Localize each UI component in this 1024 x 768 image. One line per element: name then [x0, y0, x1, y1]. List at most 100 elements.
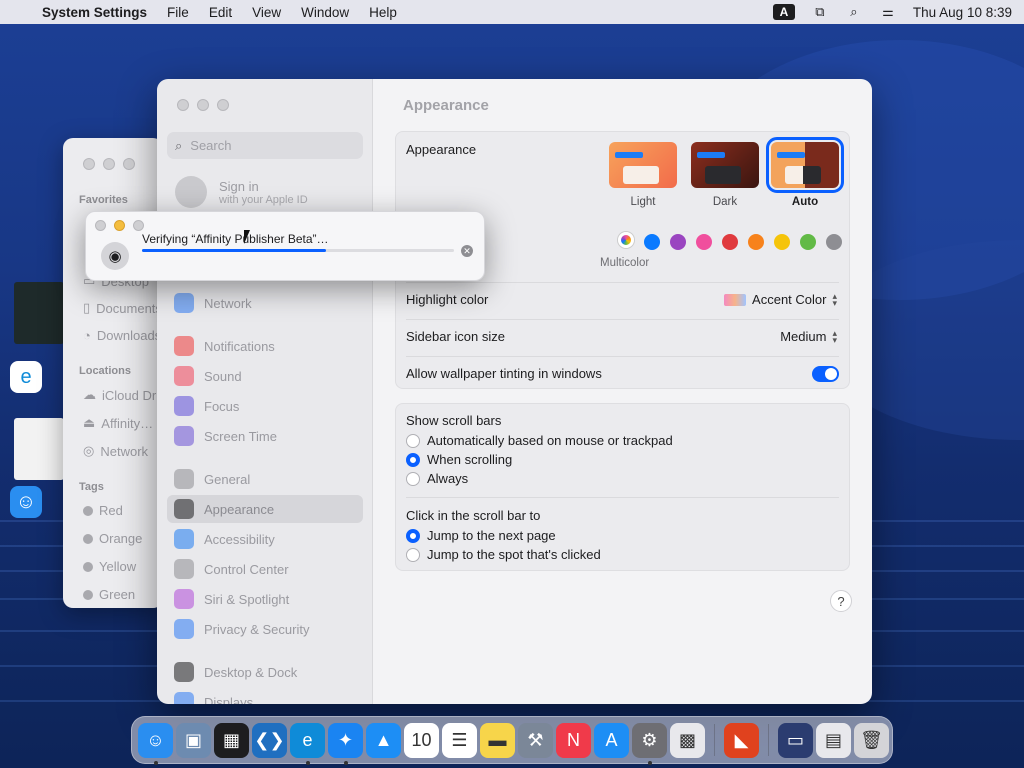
- system-settings-window: ⌕ Search Sign in with your Apple ID Netw…: [157, 79, 872, 704]
- sidebar-item-label: Notifications: [204, 338, 275, 354]
- radio-jump-next-page[interactable]: Jump to the next page: [406, 528, 556, 543]
- dock-calendar-icon[interactable]: 10: [404, 722, 439, 758]
- close-button[interactable]: [83, 158, 95, 170]
- dock-xcode-tools-icon[interactable]: ⚒: [518, 722, 553, 758]
- minimize-button[interactable]: [114, 220, 125, 231]
- sidebar-item-desktop-dock[interactable]: Desktop & Dock: [167, 658, 363, 686]
- accent-swatch[interactable]: [670, 234, 686, 250]
- sidebar-icon-size-popup[interactable]: Medium ▴ ▾: [780, 328, 837, 344]
- sidebar-item-sound[interactable]: Sound: [167, 362, 363, 390]
- dock-system-settings-icon[interactable]: ⚙: [632, 722, 667, 765]
- highlight-color-popup[interactable]: Accent Color ▴ ▾: [724, 291, 837, 307]
- dock-mission-control-icon[interactable]: ▦: [214, 722, 249, 758]
- dock-affinity-publisher-icon[interactable]: ◣: [724, 722, 759, 758]
- finder-item-documents[interactable]: ▯ Documents: [83, 300, 162, 316]
- radio-scroll-always[interactable]: Always: [406, 471, 468, 486]
- radio-icon: [406, 471, 420, 486]
- menu-window[interactable]: Window: [301, 5, 349, 20]
- minimize-button[interactable]: [197, 99, 209, 111]
- close-button[interactable]: [177, 99, 189, 111]
- control-center-icon[interactable]: ⚌: [879, 4, 897, 20]
- finder-item-affinity[interactable]: ⏏ Affinity…: [83, 415, 153, 431]
- dock-downloads-stack-icon[interactable]: ▤: [816, 722, 851, 758]
- sidebar-item-focus[interactable]: Focus: [167, 392, 363, 420]
- menu-file[interactable]: File: [167, 5, 189, 20]
- radio-jump-to-spot[interactable]: Jump to the spot that's clicked: [406, 547, 601, 562]
- screen-mirroring-icon[interactable]: ⧉: [811, 4, 829, 20]
- sidebar-item-siri-spotlight[interactable]: Siri & Spotlight: [167, 585, 363, 613]
- dock-finder-icon[interactable]: ☺: [138, 722, 173, 765]
- accent-swatch[interactable]: [748, 234, 764, 250]
- dock-vscode-icon[interactable]: ❮❯: [252, 722, 287, 758]
- dock-safari-icon[interactable]: ✦: [328, 722, 363, 765]
- dock-app-store-icon[interactable]: A: [594, 722, 629, 758]
- sidebar-item-appearance[interactable]: Appearance: [167, 495, 363, 523]
- tag-green[interactable]: Green: [83, 587, 135, 602]
- finder-item-downloads[interactable]: ◔ Downloads: [83, 328, 161, 343]
- sidebar-item-notifications[interactable]: Notifications: [167, 332, 363, 360]
- tag-orange[interactable]: Orange: [83, 531, 142, 546]
- background-window-thumbnail-2[interactable]: [14, 418, 64, 480]
- dock-preview-icon[interactable]: ▣: [176, 722, 211, 758]
- menu-edit[interactable]: Edit: [209, 5, 232, 20]
- cancel-verify-icon[interactable]: ✕: [461, 245, 473, 257]
- sidebar-item-general[interactable]: General: [167, 465, 363, 493]
- dock-keynote-icon[interactable]: ▲: [366, 722, 401, 758]
- accent-swatch[interactable]: [722, 234, 738, 250]
- siri-spotlight-icon: [174, 589, 194, 609]
- apple-id-signin[interactable]: Sign in with your Apple ID: [175, 176, 308, 208]
- radio-icon: [406, 547, 420, 562]
- minimize-button[interactable]: [103, 158, 115, 170]
- dock-edge-icon[interactable]: e: [290, 722, 325, 765]
- tag-red[interactable]: Red: [83, 503, 123, 518]
- radio-scroll-automatic[interactable]: Automatically based on mouse or trackpad: [406, 433, 673, 448]
- sidebar-item-label: Network: [204, 295, 252, 311]
- accent-swatch[interactable]: [696, 234, 712, 250]
- background-window-thumbnail[interactable]: [14, 282, 64, 344]
- sidebar-item-screen-time[interactable]: Screen Time: [167, 422, 363, 450]
- dock-separator: [714, 724, 715, 756]
- close-button[interactable]: [95, 220, 106, 231]
- edge-browser-icon[interactable]: e: [10, 361, 42, 393]
- zoom-button[interactable]: [123, 158, 135, 170]
- accent-label: Multicolor: [600, 257, 650, 269]
- accent-multicolor-swatch[interactable]: [618, 232, 634, 248]
- app-menu[interactable]: System Settings: [42, 5, 147, 20]
- appearance-option-dark[interactable]: Dark: [690, 142, 760, 208]
- spotlight-search-icon[interactable]: ⌕: [845, 4, 863, 20]
- accent-swatch[interactable]: [800, 234, 816, 250]
- search-field[interactable]: ⌕ Search: [167, 132, 363, 159]
- dock-trash-icon[interactable]: 🗑: [854, 722, 889, 758]
- tag-yellow[interactable]: Yellow: [83, 559, 136, 574]
- search-placeholder: Search: [190, 138, 232, 153]
- finder-item-network[interactable]: ◎ Network: [83, 443, 148, 459]
- menu-clock[interactable]: Thu Aug 10 8:39: [913, 5, 1012, 20]
- menu-help[interactable]: Help: [369, 5, 397, 20]
- sidebar-item-control-center[interactable]: Control Center: [167, 555, 363, 583]
- tag-dot-icon: [83, 505, 93, 516]
- dock-news-icon[interactable]: N: [556, 722, 591, 758]
- sidebar-item-privacy-security[interactable]: Privacy & Security: [167, 615, 363, 643]
- accent-swatch[interactable]: [644, 234, 660, 250]
- finder-icon[interactable]: ☺: [10, 486, 42, 518]
- sidebar-item-displays[interactable]: Displays: [167, 688, 363, 704]
- dock-launchpad-icon[interactable]: ▩: [670, 722, 705, 758]
- dock-notes-icon[interactable]: ▬: [480, 722, 515, 758]
- appearance-option-auto[interactable]: Auto: [766, 137, 844, 208]
- radio-scroll-when-scrolling[interactable]: When scrolling: [406, 452, 512, 467]
- zoom-button[interactable]: [217, 99, 229, 111]
- dock-reminders-icon[interactable]: ☰: [442, 722, 477, 758]
- dock-screen-sharing-icon[interactable]: ▭: [778, 722, 813, 758]
- appearance-option-light[interactable]: Light: [608, 142, 678, 208]
- finder-item-icloud[interactable]: ☁iCloud Drive: [83, 387, 163, 403]
- menu-view[interactable]: View: [252, 5, 281, 20]
- accent-swatch[interactable]: [826, 234, 842, 250]
- sidebar-item-accessibility[interactable]: Accessibility: [167, 525, 363, 553]
- input-source-icon[interactable]: A: [772, 4, 795, 20]
- sidebar-item-network[interactable]: Network: [167, 289, 363, 317]
- accent-swatch[interactable]: [774, 234, 790, 250]
- control-center-icon: [174, 559, 194, 579]
- help-button[interactable]: ?: [830, 590, 852, 612]
- wallpaper-tinting-toggle[interactable]: [812, 366, 839, 382]
- zoom-button[interactable]: [133, 220, 144, 231]
